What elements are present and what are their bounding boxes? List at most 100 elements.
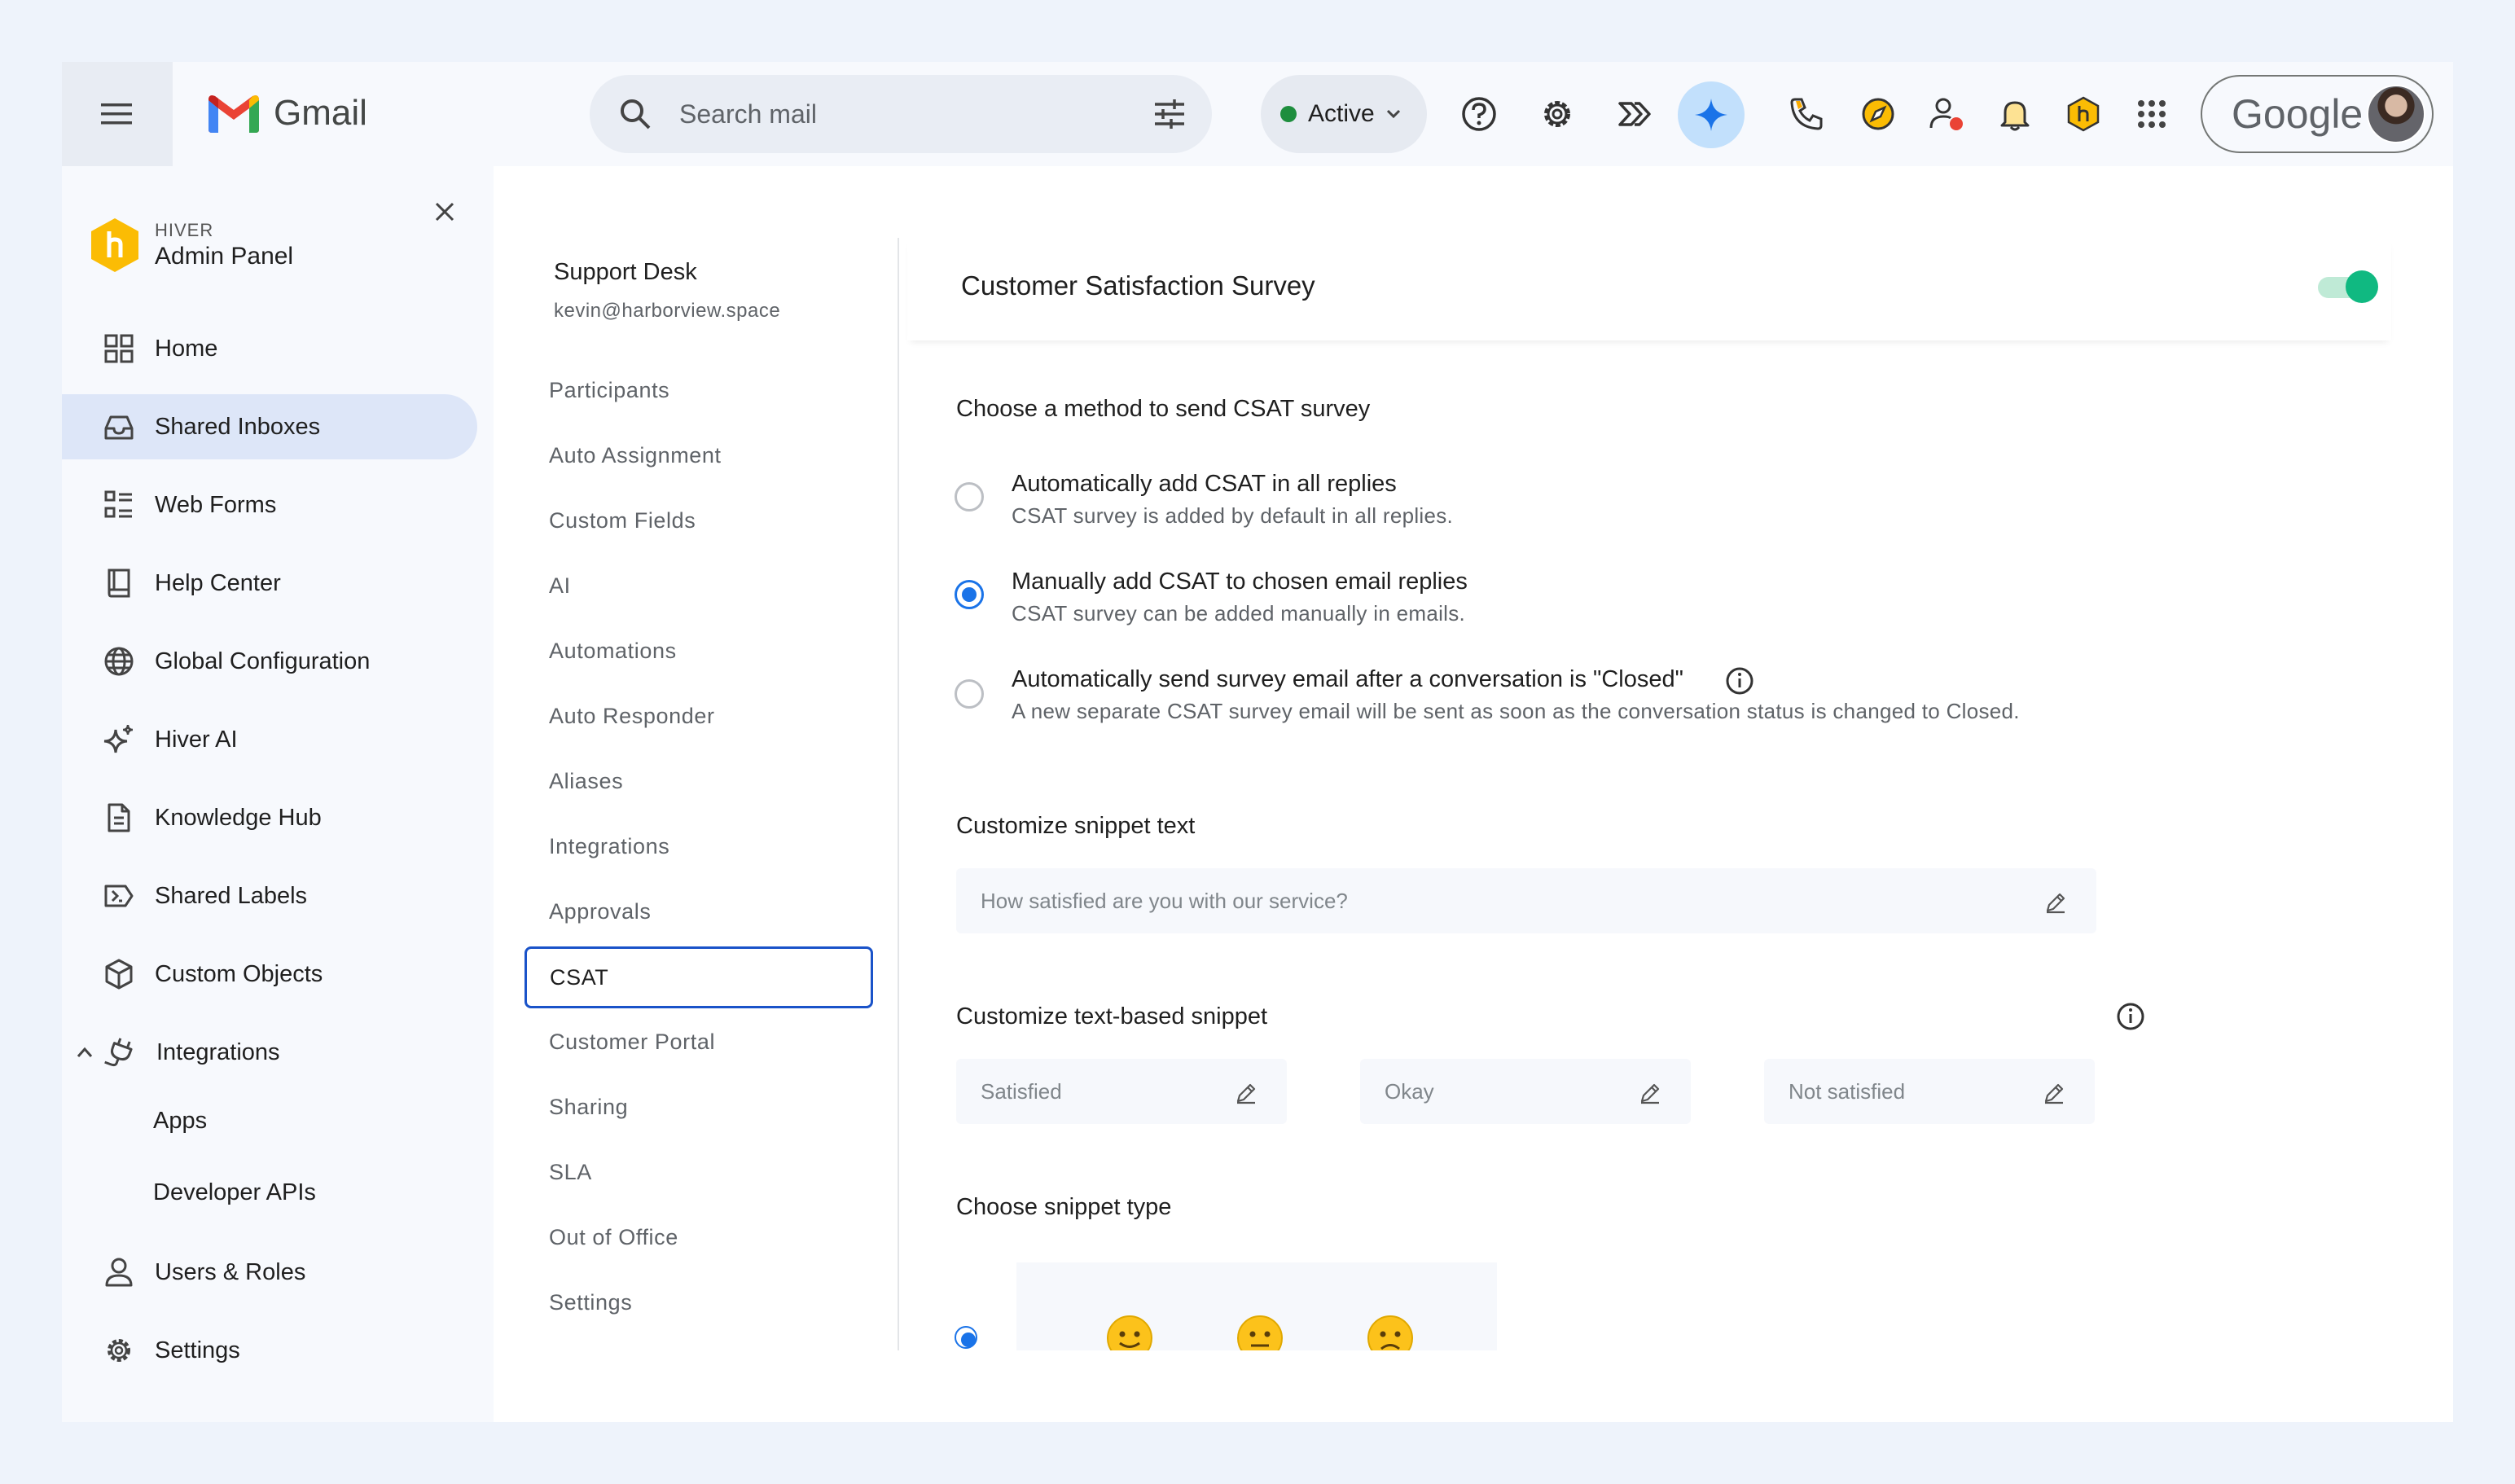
radio-manual-add-csat[interactable] <box>955 580 984 609</box>
edit-pencil-icon[interactable] <box>2044 891 2067 914</box>
close-icon[interactable] <box>433 200 456 223</box>
user-status-button[interactable] <box>1927 94 1966 134</box>
snippet-type-section-title: Choose snippet type <box>956 1194 1172 1220</box>
snippet-label: Okay <box>1385 1078 1434 1104</box>
submenu-integrations[interactable]: Integrations <box>549 834 669 859</box>
nav-label: Hiver AI <box>155 726 238 753</box>
snippet-text-section-title: Customize snippet text <box>956 813 1196 839</box>
nav-item-global-configuration[interactable]: Global Configuration <box>62 629 477 694</box>
inbox-email: kevin@harborview.space <box>554 300 781 322</box>
nav-item-shared-labels[interactable]: Shared Labels <box>62 863 477 929</box>
gmail-logo[interactable]: Gmail <box>208 93 367 134</box>
nav-item-home[interactable]: Home <box>62 316 477 381</box>
search-bar[interactable]: Search mail <box>590 75 1212 153</box>
nav-label: Shared Inboxes <box>155 413 321 440</box>
grid-icon <box>104 334 134 363</box>
submenu-sla[interactable]: SLA <box>549 1160 592 1185</box>
snippet-label: Not satisfied <box>1789 1078 1906 1104</box>
phone-button[interactable] <box>1787 94 1826 134</box>
avatar[interactable] <box>2367 85 2425 143</box>
snippet-text-input[interactable]: How satisfied are you with our service? <box>956 868 2096 933</box>
snippet-not-satisfied-input[interactable]: Not satisfied <box>1764 1059 2095 1124</box>
submenu-approvals[interactable]: Approvals <box>549 899 651 924</box>
apps-button[interactable] <box>2132 94 2171 134</box>
nav-label: Shared Labels <box>155 882 308 909</box>
cube-icon <box>105 959 133 990</box>
submenu-automations[interactable]: Automations <box>549 639 677 664</box>
filter-options-icon[interactable] <box>1152 96 1187 132</box>
settings-gear-icon <box>1544 101 1570 127</box>
nav-label: Global Configuration <box>155 648 371 674</box>
csat-enable-toggle[interactable] <box>2318 270 2380 303</box>
main-menu-button[interactable] <box>62 62 173 166</box>
submenu-aliases[interactable]: Aliases <box>549 769 623 794</box>
document-icon <box>108 803 130 832</box>
submenu-csat[interactable]: CSAT <box>525 946 873 1008</box>
nav-item-help-center[interactable]: Help Center <box>62 551 477 616</box>
nav-subitem-developer-apis[interactable]: Developer APIs <box>153 1179 316 1206</box>
info-icon[interactable] <box>1725 666 1754 696</box>
workflow-button[interactable] <box>1614 94 1653 134</box>
nav-label: Home <box>155 335 218 362</box>
vertical-divider <box>898 238 899 1354</box>
nav-subitem-apps[interactable]: Apps <box>153 1108 207 1135</box>
snippet-text-value: How satisfied are you with our service? <box>981 888 1348 913</box>
nav-item-users-roles[interactable]: Users & Roles <box>62 1240 477 1305</box>
gemini-button[interactable] <box>1678 81 1745 148</box>
submenu-auto-assignment[interactable]: Auto Assignment <box>549 443 722 468</box>
nav-label: Web Forms <box>155 491 277 518</box>
nav-item-shared-inboxes[interactable]: Shared Inboxes <box>62 394 477 459</box>
nav-item-hiver-ai[interactable]: Hiver AI <box>62 707 477 772</box>
snippet-okay-input[interactable]: Okay <box>1360 1059 1691 1124</box>
status-selector[interactable]: Active <box>1261 75 1427 153</box>
submenu-auto-responder[interactable]: Auto Responder <box>549 704 715 729</box>
toggle-knob <box>2346 270 2378 303</box>
nav-item-integrations[interactable]: Integrations <box>62 1020 477 1085</box>
sparkle-icon <box>103 724 134 753</box>
edit-pencil-icon[interactable] <box>2043 1082 2065 1104</box>
nav-item-custom-objects[interactable]: Custom Objects <box>62 942 477 1007</box>
notifications-button[interactable] <box>1995 94 2034 134</box>
gmail-wordmark: Gmail <box>274 93 367 133</box>
edit-pencil-icon[interactable] <box>1639 1082 1661 1104</box>
nav-label: Settings <box>155 1337 240 1363</box>
help-icon <box>1462 97 1496 131</box>
radio-emoji-snippet[interactable] <box>955 1326 977 1349</box>
gmail-m-icon <box>208 95 259 133</box>
info-icon[interactable] <box>2116 1002 2145 1031</box>
submenu-ai[interactable]: AI <box>549 573 571 599</box>
nav-item-web-forms[interactable]: Web Forms <box>62 472 477 538</box>
hiver-extension-button[interactable] <box>2064 94 2103 134</box>
gear-icon <box>108 1339 130 1362</box>
option-description: A new separate CSAT survey email will be… <box>1012 699 2020 723</box>
status-dot <box>1280 106 1297 122</box>
hiver-icon <box>2067 96 2100 132</box>
nav-item-settings[interactable]: Settings <box>62 1318 477 1383</box>
snippet-satisfied-input[interactable]: Satisfied <box>956 1059 1287 1124</box>
chevron-up-icon[interactable] <box>77 1047 93 1058</box>
brand-name: HIVER <box>155 220 214 240</box>
help-button[interactable] <box>1459 94 1499 134</box>
snippet-label: Satisfied <box>981 1078 1062 1104</box>
radio-auto-send-survey[interactable] <box>955 679 984 709</box>
option-title: Automatically add CSAT in all replies <box>1012 471 1397 497</box>
submenu-custom-fields[interactable]: Custom Fields <box>549 508 696 533</box>
submenu-out-of-office[interactable]: Out of Office <box>549 1225 678 1250</box>
phone-icon <box>1790 98 1823 130</box>
submenu-sharing[interactable]: Sharing <box>549 1095 628 1120</box>
search-icon[interactable] <box>617 96 653 132</box>
submenu-customer-portal[interactable]: Customer Portal <box>549 1030 715 1055</box>
submenu-settings[interactable]: Settings <box>549 1290 632 1315</box>
edit-pencil-icon[interactable] <box>1235 1082 1258 1104</box>
settings-button[interactable] <box>1538 94 1577 134</box>
search-input[interactable]: Search mail <box>679 99 817 130</box>
radio-auto-add-csat[interactable] <box>955 482 984 511</box>
nav-item-knowledge-hub[interactable]: Knowledge Hub <box>62 785 477 850</box>
nav-label: Custom Objects <box>155 960 323 987</box>
plug-icon <box>104 1038 133 1067</box>
submenu-participants[interactable]: Participants <box>549 378 669 403</box>
compass-button[interactable] <box>1859 94 1898 134</box>
chevron-down-icon <box>1386 109 1400 119</box>
gmail-top-bar: Gmail Search mail Active Google <box>62 62 2453 166</box>
google-account-button[interactable]: Google <box>2201 75 2434 153</box>
